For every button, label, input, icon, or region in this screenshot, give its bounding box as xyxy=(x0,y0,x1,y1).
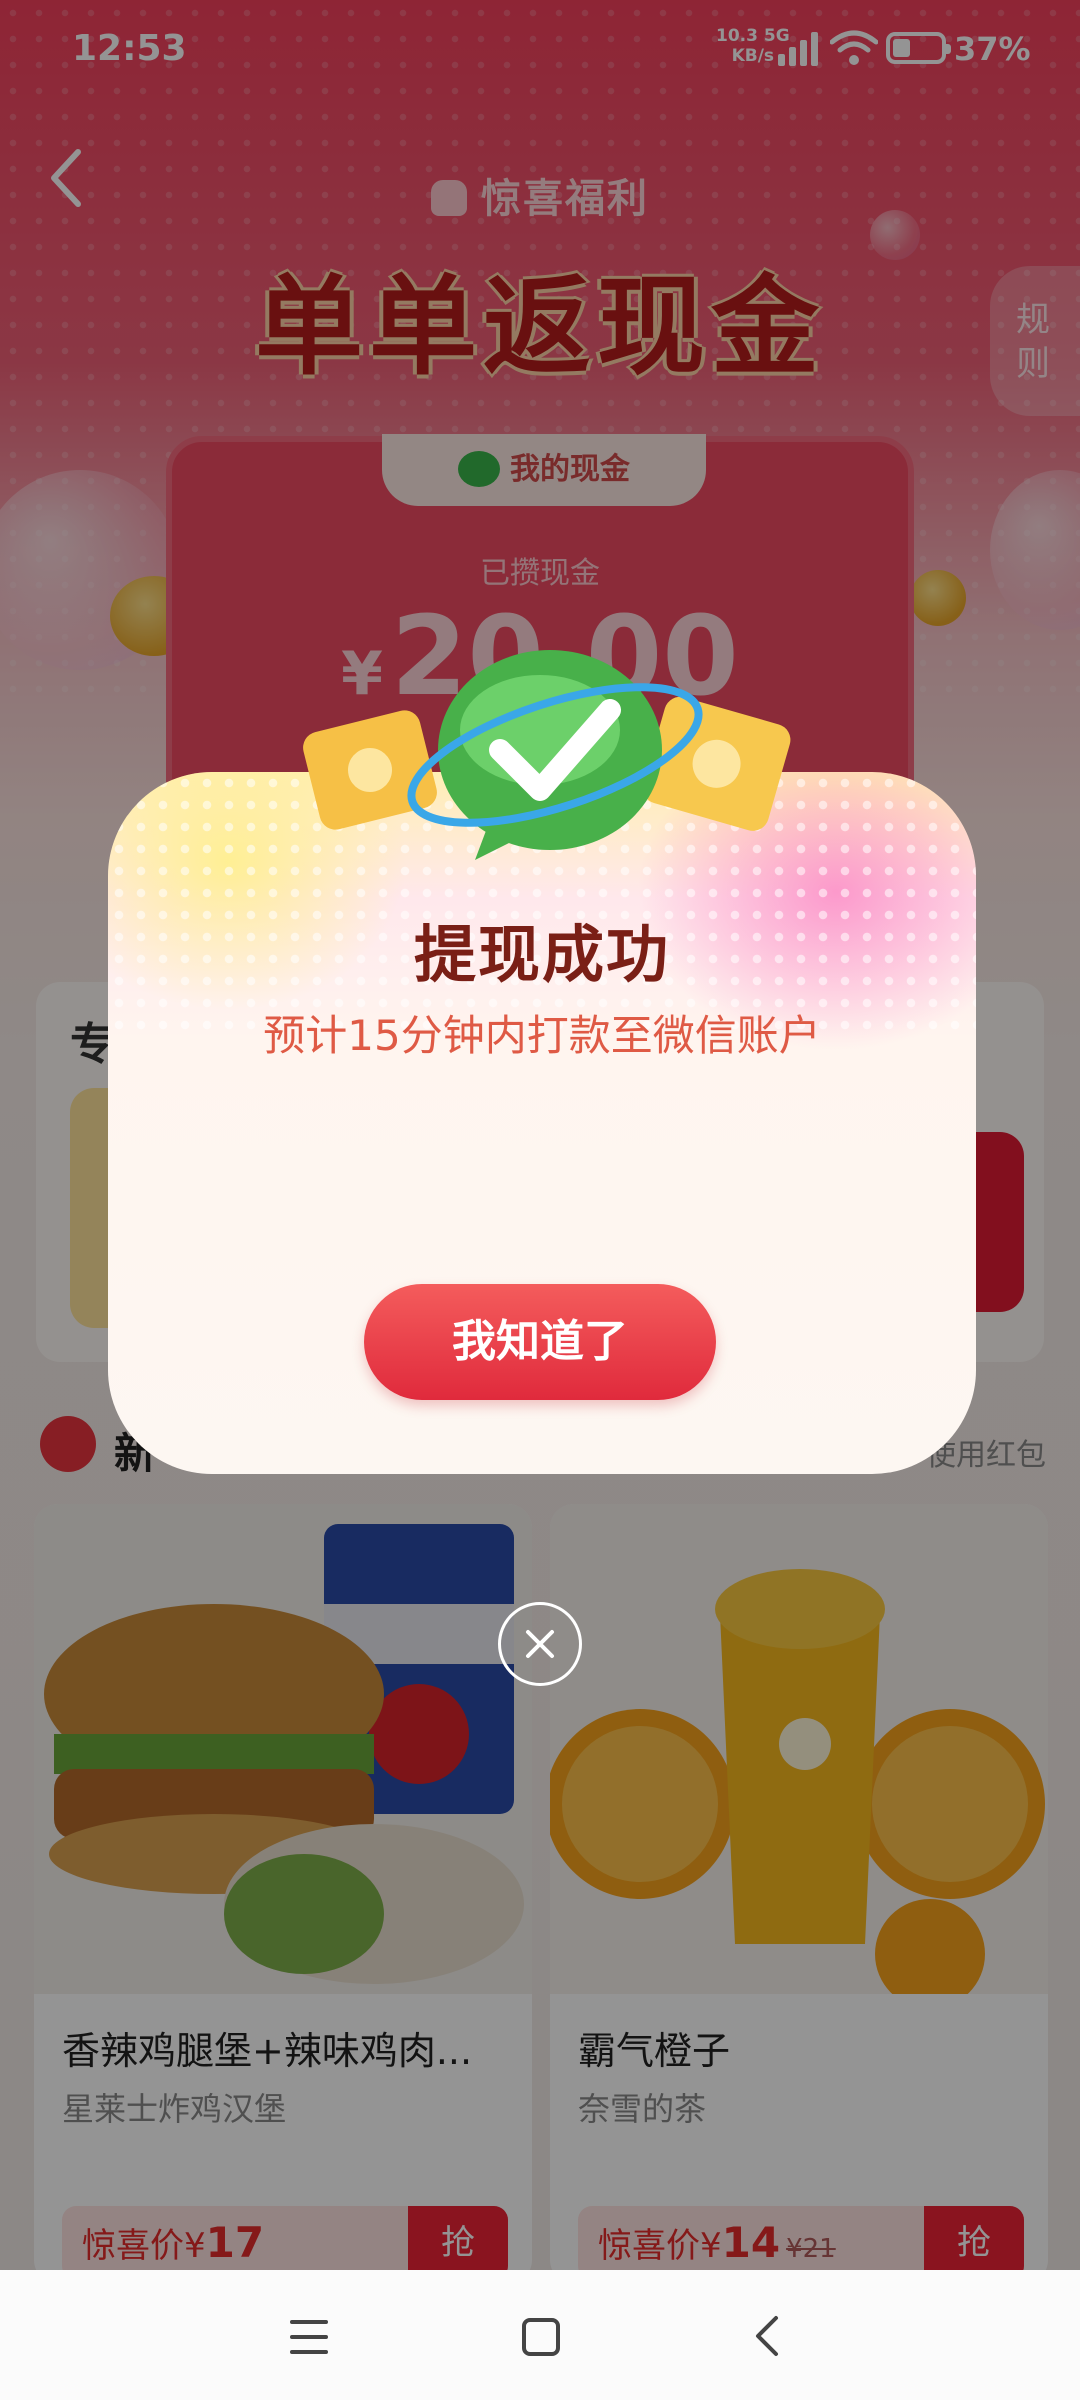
menu-icon[interactable] xyxy=(290,2320,328,2354)
dialog-title: 提现成功 xyxy=(413,918,670,991)
close-icon xyxy=(526,1630,554,1658)
close-button[interactable] xyxy=(498,1602,582,1686)
home-icon[interactable] xyxy=(522,2318,560,2356)
back-icon[interactable] xyxy=(752,2314,782,2358)
confirm-button[interactable]: 我知道了 xyxy=(364,1284,716,1400)
wechat-check-icon xyxy=(303,650,791,860)
system-nav-bar xyxy=(0,2270,1080,2400)
dialog-subtitle: 预计15分钟内打款至微信账户 xyxy=(263,1011,821,1060)
